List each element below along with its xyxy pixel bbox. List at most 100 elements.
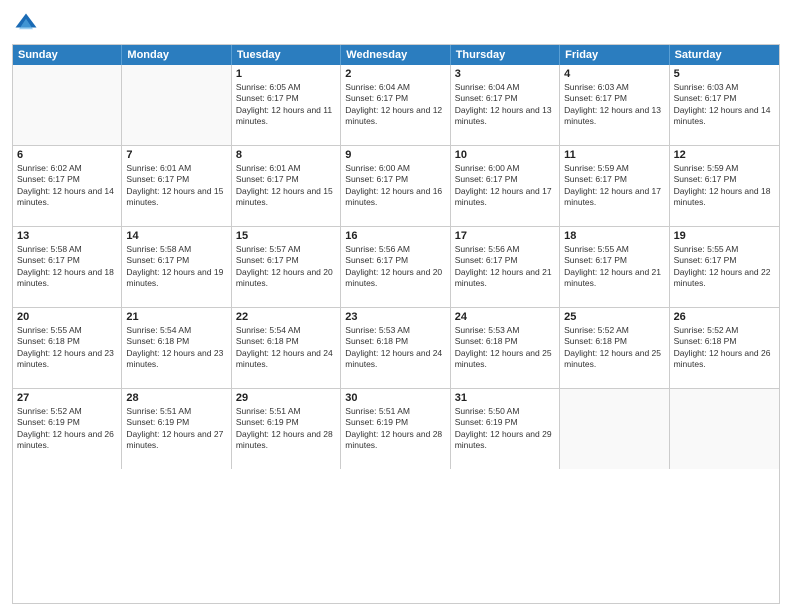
cell-info: Sunrise: 6:02 AMSunset: 6:17 PMDaylight:…	[17, 163, 117, 209]
cell-info: Sunrise: 5:58 AMSunset: 6:17 PMDaylight:…	[17, 244, 117, 290]
calendar-cell: 11 Sunrise: 5:59 AMSunset: 6:17 PMDayligh…	[560, 146, 669, 226]
cell-info: Sunrise: 5:53 AMSunset: 6:18 PMDaylight:…	[455, 325, 555, 371]
cell-info: Sunrise: 5:56 AMSunset: 6:17 PMDaylight:…	[345, 244, 445, 290]
calendar-cell: 25Sunrise: 5:52 AMSunset: 6:18 PMDayligh…	[560, 308, 669, 388]
day-number: 14	[126, 230, 226, 242]
day-number: 1	[236, 68, 336, 80]
calendar-cell: 29Sunrise: 5:51 AMSunset: 6:19 PMDayligh…	[232, 389, 341, 469]
cell-info: Sunrise: 5:58 AMSunset: 6:17 PMDaylight:…	[126, 244, 226, 290]
calendar-week-4: 20 Sunrise: 5:55 AMSunset: 6:18 PMDayligh…	[13, 308, 779, 389]
logo	[12, 10, 44, 38]
calendar-cell: 30 Sunrise: 5:51 AMSunset: 6:19 PMDayligh…	[341, 389, 450, 469]
calendar-cell	[122, 65, 231, 145]
page: SundayMondayTuesdayWednesdayThursdayFrid…	[0, 0, 792, 612]
calendar-cell	[13, 65, 122, 145]
day-number: 22	[236, 311, 336, 323]
calendar-cell: 21Sunrise: 5:54 AMSunset: 6:18 PMDayligh…	[122, 308, 231, 388]
calendar-cell	[670, 389, 779, 469]
calendar-cell: 3 Sunrise: 6:04 AMSunset: 6:17 PMDaylight…	[451, 65, 560, 145]
calendar-cell: 20 Sunrise: 5:55 AMSunset: 6:18 PMDayligh…	[13, 308, 122, 388]
cell-info: Sunrise: 6:00 AMSunset: 6:17 PMDaylight:…	[455, 163, 555, 209]
calendar-cell: 24 Sunrise: 5:53 AMSunset: 6:18 PMDayligh…	[451, 308, 560, 388]
header-day-thursday: Thursday	[451, 45, 560, 65]
header-day-saturday: Saturday	[670, 45, 779, 65]
header-day-friday: Friday	[560, 45, 669, 65]
calendar-cell: 2 Sunrise: 6:04 AMSunset: 6:17 PMDaylight…	[341, 65, 450, 145]
calendar-cell: 15 Sunrise: 5:57 AMSunset: 6:17 PMDayligh…	[232, 227, 341, 307]
calendar-cell: 13 Sunrise: 5:58 AMSunset: 6:17 PMDayligh…	[13, 227, 122, 307]
cell-info: Sunrise: 5:50 AMSunset: 6:19 PMDaylight:…	[455, 406, 555, 452]
day-number: 2	[345, 68, 445, 80]
calendar-cell: 31Sunrise: 5:50 AMSunset: 6:19 PMDayligh…	[451, 389, 560, 469]
header-day-wednesday: Wednesday	[341, 45, 450, 65]
calendar-cell: 9 Sunrise: 6:00 AMSunset: 6:17 PMDaylight…	[341, 146, 450, 226]
cell-info: Sunrise: 6:00 AMSunset: 6:17 PMDaylight:…	[345, 163, 445, 209]
logo-icon	[12, 10, 40, 38]
day-number: 7	[126, 149, 226, 161]
day-number: 8	[236, 149, 336, 161]
header-day-sunday: Sunday	[13, 45, 122, 65]
cell-info: Sunrise: 6:03 AMSunset: 6:17 PMDaylight:…	[564, 82, 664, 128]
cell-info: Sunrise: 5:52 AMSunset: 6:18 PMDaylight:…	[674, 325, 775, 371]
day-number: 18	[564, 230, 664, 242]
cell-info: Sunrise: 5:59 AMSunset: 6:17 PMDaylight:…	[674, 163, 775, 209]
calendar-week-3: 13 Sunrise: 5:58 AMSunset: 6:17 PMDayligh…	[13, 227, 779, 308]
calendar: SundayMondayTuesdayWednesdayThursdayFrid…	[12, 44, 780, 604]
cell-info: Sunrise: 5:55 AMSunset: 6:17 PMDaylight:…	[674, 244, 775, 290]
day-number: 27	[17, 392, 117, 404]
day-number: 6	[17, 149, 117, 161]
calendar-cell: 10Sunrise: 6:00 AMSunset: 6:17 PMDayligh…	[451, 146, 560, 226]
day-number: 3	[455, 68, 555, 80]
cell-info: Sunrise: 5:53 AMSunset: 6:18 PMDaylight:…	[345, 325, 445, 371]
day-number: 30	[345, 392, 445, 404]
day-number: 26	[674, 311, 775, 323]
calendar-cell: 12Sunrise: 5:59 AMSunset: 6:17 PMDayligh…	[670, 146, 779, 226]
cell-info: Sunrise: 5:52 AMSunset: 6:19 PMDaylight:…	[17, 406, 117, 452]
cell-info: Sunrise: 6:01 AMSunset: 6:17 PMDaylight:…	[236, 163, 336, 209]
calendar-cell: 16Sunrise: 5:56 AMSunset: 6:17 PMDayligh…	[341, 227, 450, 307]
cell-info: Sunrise: 5:51 AMSunset: 6:19 PMDaylight:…	[345, 406, 445, 452]
calendar-cell: 27 Sunrise: 5:52 AMSunset: 6:19 PMDayligh…	[13, 389, 122, 469]
header-day-monday: Monday	[122, 45, 231, 65]
calendar-body: 1Sunrise: 6:05 AMSunset: 6:17 PMDaylight…	[13, 65, 779, 469]
day-number: 20	[17, 311, 117, 323]
header	[12, 10, 780, 38]
calendar-week-5: 27 Sunrise: 5:52 AMSunset: 6:19 PMDayligh…	[13, 389, 779, 469]
cell-info: Sunrise: 5:56 AMSunset: 6:17 PMDaylight:…	[455, 244, 555, 290]
day-number: 21	[126, 311, 226, 323]
cell-info: Sunrise: 5:55 AMSunset: 6:18 PMDaylight:…	[17, 325, 117, 371]
cell-info: Sunrise: 6:04 AMSunset: 6:17 PMDaylight:…	[345, 82, 445, 128]
day-number: 15	[236, 230, 336, 242]
calendar-cell: 7 Sunrise: 6:01 AMSunset: 6:17 PMDaylight…	[122, 146, 231, 226]
calendar-cell: 5Sunrise: 6:03 AMSunset: 6:17 PMDaylight…	[670, 65, 779, 145]
calendar-cell: 1Sunrise: 6:05 AMSunset: 6:17 PMDaylight…	[232, 65, 341, 145]
day-number: 19	[674, 230, 775, 242]
calendar-cell: 14 Sunrise: 5:58 AMSunset: 6:17 PMDayligh…	[122, 227, 231, 307]
calendar-cell: 8 Sunrise: 6:01 AMSunset: 6:17 PMDaylight…	[232, 146, 341, 226]
header-day-tuesday: Tuesday	[232, 45, 341, 65]
day-number: 4	[564, 68, 664, 80]
calendar-cell	[560, 389, 669, 469]
cell-info: Sunrise: 6:03 AMSunset: 6:17 PMDaylight:…	[674, 82, 775, 128]
day-number: 13	[17, 230, 117, 242]
calendar-cell: 4 Sunrise: 6:03 AMSunset: 6:17 PMDaylight…	[560, 65, 669, 145]
cell-info: Sunrise: 5:54 AMSunset: 6:18 PMDaylight:…	[236, 325, 336, 371]
cell-info: Sunrise: 5:57 AMSunset: 6:17 PMDaylight:…	[236, 244, 336, 290]
calendar-header: SundayMondayTuesdayWednesdayThursdayFrid…	[13, 45, 779, 65]
day-number: 23	[345, 311, 445, 323]
cell-info: Sunrise: 6:01 AMSunset: 6:17 PMDaylight:…	[126, 163, 226, 209]
calendar-week-1: 1Sunrise: 6:05 AMSunset: 6:17 PMDaylight…	[13, 65, 779, 146]
calendar-cell: 28Sunrise: 5:51 AMSunset: 6:19 PMDayligh…	[122, 389, 231, 469]
day-number: 24	[455, 311, 555, 323]
calendar-cell: 19 Sunrise: 5:55 AMSunset: 6:17 PMDayligh…	[670, 227, 779, 307]
day-number: 11	[564, 149, 664, 161]
calendar-cell: 6 Sunrise: 6:02 AMSunset: 6:17 PMDaylight…	[13, 146, 122, 226]
day-number: 9	[345, 149, 445, 161]
cell-info: Sunrise: 5:55 AMSunset: 6:17 PMDaylight:…	[564, 244, 664, 290]
cell-info: Sunrise: 6:04 AMSunset: 6:17 PMDaylight:…	[455, 82, 555, 128]
cell-info: Sunrise: 5:59 AMSunset: 6:17 PMDaylight:…	[564, 163, 664, 209]
cell-info: Sunrise: 5:51 AMSunset: 6:19 PMDaylight:…	[126, 406, 226, 452]
day-number: 29	[236, 392, 336, 404]
calendar-week-2: 6 Sunrise: 6:02 AMSunset: 6:17 PMDaylight…	[13, 146, 779, 227]
calendar-cell: 22 Sunrise: 5:54 AMSunset: 6:18 PMDayligh…	[232, 308, 341, 388]
